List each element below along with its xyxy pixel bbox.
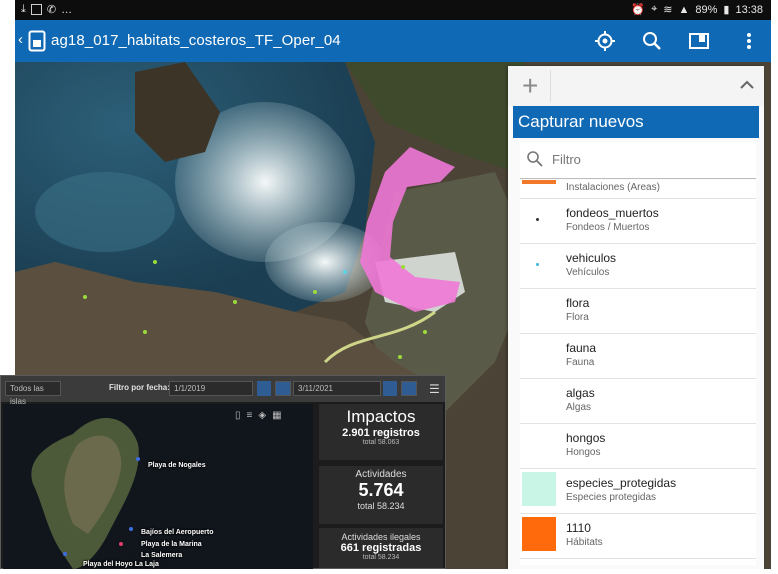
- list-item[interactable]: algas Algas: [520, 379, 756, 424]
- date-to-field[interactable]: 3/11/2021: [293, 381, 381, 396]
- map-tools: ▯ ≡ ◈ ▦: [235, 410, 282, 421]
- collapse-chevron-icon[interactable]: [738, 76, 756, 94]
- symbol-swatch: [522, 517, 556, 551]
- basemap-icon[interactable]: ▦: [272, 410, 281, 421]
- capture-panel: + Capturar nuevos Filtro Instalaciones (…: [508, 66, 764, 569]
- item-name: algas: [566, 386, 595, 400]
- toolbar-divider: [550, 70, 551, 102]
- notification-icons: ⤓ ✆ …: [21, 3, 72, 16]
- bookmark-icon[interactable]: ▯: [235, 410, 241, 421]
- list-item[interactable]: fauna Fauna: [520, 334, 756, 379]
- bookmark-icon[interactable]: [687, 29, 711, 53]
- item-name: fondeos_muertos: [566, 206, 659, 220]
- calendar-icon[interactable]: [383, 381, 397, 396]
- app-bar: ‹ ag18_017_habitats_costeros_TF_Oper_04: [15, 20, 771, 62]
- card-subtotal: total 58.063: [362, 439, 400, 446]
- app-notification-icon: ✆: [46, 4, 57, 16]
- item-description: Instalaciones (Areas): [566, 182, 660, 193]
- item-description: Fondeos / Muertos: [566, 222, 650, 233]
- item-name: 1110: [566, 521, 591, 535]
- item-name: vehiculos: [566, 251, 617, 265]
- list-item[interactable]: hongos Hongos: [520, 424, 756, 469]
- map-document-icon[interactable]: [28, 30, 46, 52]
- place-label: Playa de la Marina: [141, 541, 202, 548]
- battery-level: 89%: [695, 3, 718, 16]
- download-icon: ⤓: [21, 3, 26, 15]
- alarm-icon: ⏰: [631, 4, 646, 16]
- add-icon[interactable]: +: [522, 70, 538, 102]
- actividades-ilegales-card: Actividades ilegales 661 registradas tot…: [319, 528, 443, 568]
- map-title: ag18_017_habitats_costeros_TF_Oper_04: [51, 32, 341, 49]
- card-title: Actividades: [355, 469, 407, 480]
- dashboard-toolbar: Todos las islas Filtro por fecha: 1/1/20…: [1, 376, 445, 406]
- signal-icon: ▲: [678, 3, 690, 16]
- item-name: hongos: [566, 431, 606, 445]
- item-description: Fauna: [566, 357, 595, 368]
- place-label: La Salemera: [141, 552, 183, 559]
- item-description: Algas: [566, 402, 592, 413]
- card-subtotal: total 58.234: [362, 554, 400, 561]
- filter-input[interactable]: Filtro: [520, 142, 756, 179]
- clock-icon[interactable]: [275, 381, 291, 396]
- point-symbol: [536, 218, 539, 221]
- date-from-field[interactable]: 1/1/2019: [169, 381, 253, 396]
- clock-icon[interactable]: [401, 381, 417, 396]
- calendar-icon[interactable]: [257, 381, 271, 396]
- locate-icon[interactable]: [593, 29, 617, 53]
- island-map[interactable]: Playa de Nogales Bajíos del Aeropuerto P…: [3, 404, 313, 569]
- dashboard-inset: Todos las islas Filtro por fecha: 1/1/20…: [0, 375, 446, 569]
- menu-icon[interactable]: ☰: [429, 382, 440, 396]
- more-notifications-icon: …: [61, 3, 73, 16]
- place-label: Playa de Nogales: [148, 462, 206, 469]
- more-icon[interactable]: [737, 29, 761, 53]
- item-name: especies_protegidas: [566, 476, 677, 490]
- search-icon: [527, 151, 543, 167]
- layers-icon[interactable]: ◈: [258, 410, 266, 421]
- place-label: Bajíos del Aeropuerto: [141, 529, 214, 536]
- system-icons: ⏰ ⌖ ≋ ▲ 89% ▮ 13:38: [631, 3, 763, 16]
- status-bar: ⤓ ✆ … ⏰ ⌖ ≋ ▲ 89% ▮ 13:38: [15, 0, 771, 20]
- card-title: Actividades ilegales: [341, 532, 421, 542]
- battery-icon: ▮: [723, 4, 730, 16]
- symbol-swatch: [522, 180, 556, 184]
- search-icon[interactable]: [640, 29, 664, 53]
- wifi-icon: ≋: [663, 4, 673, 16]
- panel-header: Capturar nuevos: [513, 106, 759, 138]
- item-description: Hongos: [566, 447, 601, 458]
- card-title: Impactos: [346, 407, 416, 426]
- impactos-card: Impactos 2.901 registros total 58.063: [319, 404, 443, 460]
- list-item[interactable]: especies_protegidas Especies protegidas: [520, 469, 756, 514]
- symbol-swatch: [522, 472, 556, 506]
- panel-toolbar: +: [508, 66, 764, 106]
- shallow-water: [35, 172, 175, 252]
- card-value: 2.901 registros: [342, 427, 420, 439]
- island-selector[interactable]: Todos las islas: [5, 381, 61, 406]
- feature-template-list: Instalaciones (Areas) fondeos_muertos Fo…: [520, 180, 756, 565]
- back-chevron-icon[interactable]: ‹: [18, 31, 23, 48]
- list-item[interactable]: vehiculos Vehículos: [520, 244, 756, 289]
- item-description: Especies protegidas: [566, 492, 657, 503]
- item-name: flora: [566, 296, 590, 310]
- list-item[interactable]: flora Flora: [520, 289, 756, 334]
- actividades-card: Actividades 5.764 total 58.234: [319, 466, 443, 524]
- location-icon: ⌖: [651, 3, 658, 15]
- gallery-icon: [30, 4, 42, 15]
- list-item[interactable]: fondeos_muertos Fondeos / Muertos: [520, 199, 756, 244]
- clock: 13:38: [735, 3, 763, 16]
- date-filter-label: Filtro por fecha:: [109, 383, 170, 392]
- list-item[interactable]: 1110 Hábitats: [520, 514, 756, 559]
- filter-placeholder: Filtro: [552, 152, 581, 167]
- item-name: fauna: [566, 341, 597, 355]
- card-value: 5.764: [358, 480, 404, 500]
- item-description: Vehículos: [566, 267, 610, 278]
- list-item[interactable]: Instalaciones (Areas): [520, 180, 756, 199]
- card-value: 661 registradas: [340, 542, 422, 554]
- point-symbol: [536, 263, 539, 266]
- card-subtotal: total 58.234: [357, 501, 405, 511]
- place-label: Playa del Hoyo La Laja: [83, 561, 159, 568]
- item-description: Flora: [566, 312, 589, 323]
- item-description: Hábitats: [566, 537, 603, 548]
- legend-icon[interactable]: ≡: [247, 410, 253, 421]
